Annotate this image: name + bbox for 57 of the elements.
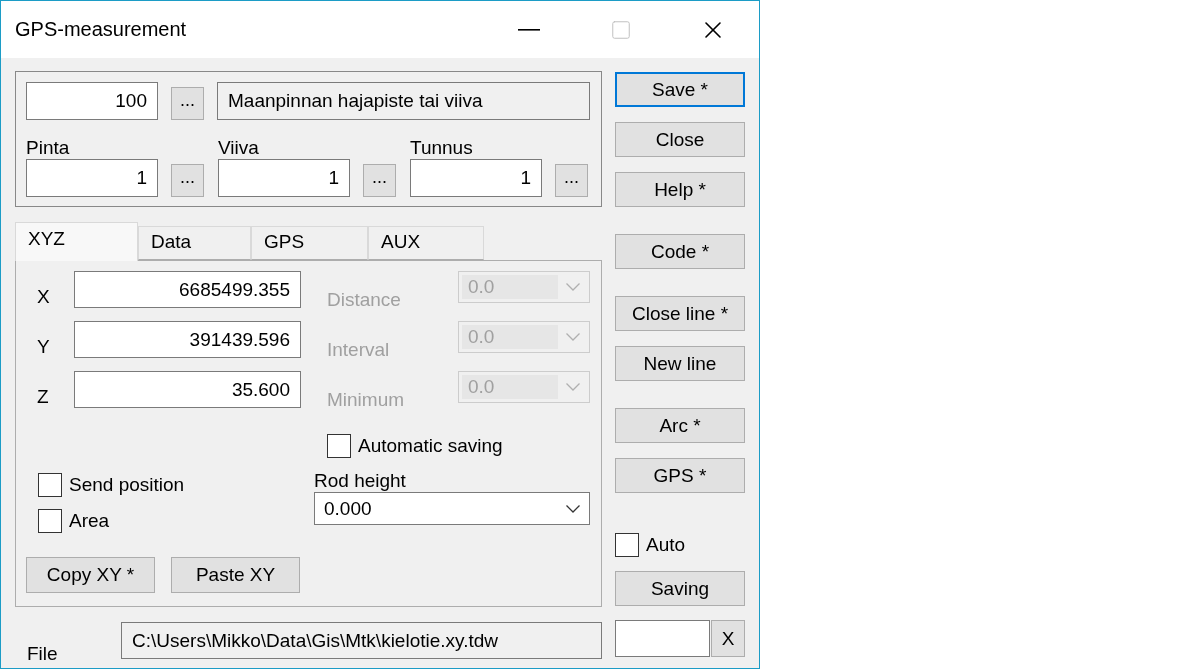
coordinate-label: X bbox=[37, 285, 51, 308]
option-label: Distance bbox=[327, 289, 402, 311]
checkbox[interactable] bbox=[327, 434, 351, 458]
tab[interactable]: XYZ bbox=[15, 222, 138, 261]
checkbox-label: Auto bbox=[646, 534, 686, 556]
coordinate-label: Y bbox=[37, 335, 51, 358]
side-button[interactable]: Code * bbox=[615, 234, 745, 269]
tab[interactable]: AUX bbox=[368, 226, 484, 260]
rod-height-label: Rod height bbox=[314, 470, 407, 492]
side-button[interactable]: Help * bbox=[615, 172, 745, 207]
panel-button[interactable]: Paste XY bbox=[171, 557, 300, 593]
side-button[interactable]: Close line * bbox=[615, 296, 745, 331]
chevron-down-icon bbox=[566, 383, 580, 391]
tab[interactable]: Data bbox=[138, 226, 251, 260]
checkbox[interactable] bbox=[38, 473, 62, 497]
checkbox-label: Automatic saving bbox=[358, 435, 503, 457]
coordinate-field[interactable]: 391439.596 bbox=[74, 321, 301, 358]
coordinate-field[interactable]: 35.600 bbox=[74, 371, 301, 408]
field-label: Pinta bbox=[26, 137, 71, 159]
panel-button[interactable]: Copy XY * bbox=[26, 557, 155, 593]
description-field: Maanpinnan hajapiste tai viiva bbox=[217, 82, 590, 120]
minimize-icon bbox=[518, 28, 540, 31]
browse-button[interactable]: ... bbox=[171, 87, 204, 120]
window-title: GPS-measurement bbox=[15, 18, 188, 41]
option-label: Minimum bbox=[327, 389, 406, 411]
field-label: Viiva bbox=[218, 137, 260, 159]
chevron-down-icon bbox=[566, 504, 580, 513]
side-button[interactable]: Close bbox=[615, 122, 745, 157]
side-button[interactable]: GPS * bbox=[615, 458, 745, 493]
coordinate-field[interactable]: 6685499.355 bbox=[74, 271, 301, 308]
checkbox-label: Send position bbox=[69, 474, 185, 496]
checkbox[interactable] bbox=[38, 509, 62, 533]
browse-button[interactable]: ... bbox=[363, 164, 396, 197]
attribute-field[interactable]: 1 bbox=[26, 159, 158, 197]
code-field[interactable]: 100 bbox=[26, 82, 158, 120]
option-label: Interval bbox=[327, 339, 391, 361]
attribute-field[interactable]: 1 bbox=[410, 159, 542, 197]
saving-button[interactable]: Saving bbox=[615, 571, 745, 606]
browse-button[interactable]: ... bbox=[171, 164, 204, 197]
input-field[interactable] bbox=[615, 620, 710, 657]
attribute-field[interactable]: 1 bbox=[218, 159, 350, 197]
side-button[interactable]: Arc * bbox=[615, 408, 745, 443]
side-button[interactable]: New line bbox=[615, 346, 745, 381]
clear-button[interactable]: X bbox=[711, 620, 745, 657]
tab[interactable]: GPS bbox=[251, 226, 368, 260]
maximize-icon bbox=[610, 18, 632, 41]
file-path-field: C:\Users\Mikko\Data\Gis\Mtk\kielotie.xy.tdw bbox=[121, 622, 602, 659]
chevron-down-icon bbox=[566, 283, 580, 291]
chevron-down-icon bbox=[566, 333, 580, 341]
file-label: File bbox=[26, 643, 59, 665]
checkbox-label: Area bbox=[69, 510, 110, 532]
rod-height-dropdown[interactable]: 0.000 bbox=[314, 492, 590, 525]
coordinate-label: Z bbox=[37, 385, 50, 408]
checkbox[interactable] bbox=[615, 533, 639, 557]
side-button[interactable]: Save * bbox=[615, 72, 745, 107]
field-label: Tunnus bbox=[410, 137, 474, 159]
browse-button[interactable]: ... bbox=[555, 164, 588, 197]
